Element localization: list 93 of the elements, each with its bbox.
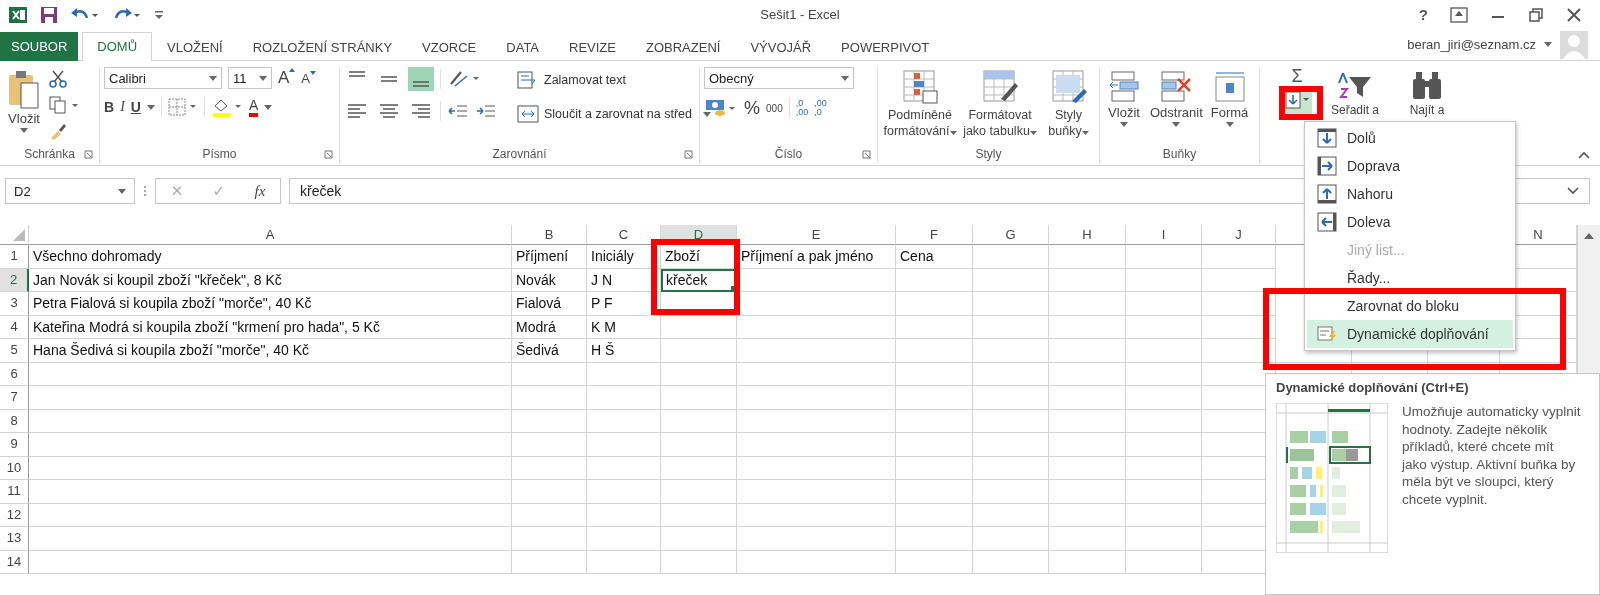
group-label: Schránka	[24, 147, 75, 161]
group-label: Zarovnání	[492, 147, 547, 161]
shrink-font-button[interactable]: A	[301, 70, 316, 86]
row-header[interactable]: 10	[0, 456, 29, 480]
active-cell[interactable]: křeček	[661, 268, 737, 292]
table-cell[interactable]: H Š	[587, 339, 661, 363]
paste-button[interactable]: Vložit	[4, 67, 44, 135]
tooltip-title: Dynamické doplňování (Ctrl+E)	[1276, 380, 1470, 395]
table-cell[interactable]: J N	[587, 268, 661, 292]
menu-item[interactable]: Dynamické doplňování	[1307, 320, 1513, 348]
row-header[interactable]: 5	[0, 339, 29, 363]
column-header[interactable]: E	[737, 225, 896, 245]
row-header[interactable]: 2	[0, 268, 29, 292]
cells-button[interactable]: Vložit	[1104, 67, 1144, 129]
name-box[interactable]: D2	[5, 178, 135, 204]
table-cell[interactable]: Hana Šedivá si koupila zboží "morče", 40 Kč	[29, 339, 512, 363]
row-header[interactable]: 12	[0, 503, 29, 527]
group-label: Buňky	[1162, 147, 1197, 161]
table-cell[interactable]: Novák	[512, 268, 587, 292]
menu-item[interactable]: Doprava	[1307, 152, 1513, 180]
table-cell[interactable]: Cena	[896, 245, 973, 269]
table-cell[interactable]: Fialová	[512, 292, 587, 316]
ribbon-tab[interactable]: DATA	[491, 33, 555, 61]
sort-filter-button[interactable]: Seřadit a	[1326, 67, 1384, 119]
group-label: Písmo	[202, 147, 237, 161]
ribbon-tab[interactable]: DOMŮ	[82, 32, 153, 61]
row-header[interactable]: 1	[0, 245, 29, 269]
ribbon-tab[interactable]: VLOŽENÍ	[152, 33, 238, 61]
help-button[interactable]: ?	[1418, 6, 1428, 23]
styles-button[interactable]: Styly buňky	[1042, 67, 1095, 141]
table-cell[interactable]: Šedivá	[512, 339, 587, 363]
cells-button[interactable]: Formá	[1208, 67, 1251, 129]
table-cell[interactable]: Příjmení a pak jméno	[737, 245, 896, 269]
table-cell[interactable]: Iniciály	[587, 245, 661, 269]
table-cell[interactable]: Kateřina Modrá si koupila zboží "krmení pro hada", 5 Kč	[29, 315, 512, 339]
ribbon-tab[interactable]: ROZLOŽENÍ STRÁNKY	[237, 33, 408, 61]
ribbon-tab[interactable]: REVIZE	[554, 33, 631, 61]
ribbon-tab[interactable]: SOUBOR	[0, 32, 79, 61]
row-header[interactable]: 6	[0, 362, 29, 386]
cells-button[interactable]: Odstranit	[1148, 67, 1205, 129]
table-cell[interactable]: P F	[587, 292, 661, 316]
column-header[interactable]: B	[512, 225, 587, 245]
grow-font-button[interactable]: A	[278, 68, 296, 88]
bold-button[interactable]: B	[104, 99, 115, 115]
row-header[interactable]: 4	[0, 315, 29, 339]
group-label: Styly	[975, 147, 1002, 161]
menu-item[interactable]: Řady...	[1307, 264, 1513, 292]
row-header[interactable]: 9	[0, 433, 29, 457]
ribbon-tab[interactable]: VZORCE	[407, 33, 492, 61]
group-label: Číslo	[774, 147, 803, 161]
table-cell[interactable]: Modrá	[512, 315, 587, 339]
table-cell[interactable]: Všechno dohromady	[29, 245, 512, 269]
menu-item[interactable]: Dolů	[1307, 124, 1513, 152]
styles-button[interactable]: Podmíněné formátování	[882, 67, 958, 141]
column-header[interactable]: H	[1049, 225, 1126, 245]
row-header[interactable]: 3	[0, 292, 29, 316]
font-color-button[interactable]: A	[248, 97, 259, 117]
column-header[interactable]: F	[896, 225, 973, 245]
column-header[interactable]: I	[1126, 225, 1202, 245]
decrease-decimal-button[interactable]: ,00 ,0	[814, 99, 827, 117]
row-header[interactable]: 7	[0, 386, 29, 410]
column-header[interactable]: G	[973, 225, 1049, 245]
ribbon-tab[interactable]: VÝVOJÁŘ	[735, 33, 827, 61]
column-header[interactable]: J	[1202, 225, 1276, 245]
font-name-field[interactable]: Calibri	[104, 67, 222, 89]
tooltip-text: Umožňuje automaticky vyplnit hodnoty. Zadejte několik příkladů, které chcete mít jako výstup. Aktivní buňka by měla být ve sloupci, který chcete vyplnit.	[1402, 403, 1582, 509]
underline-button[interactable]: U	[130, 99, 141, 115]
table-cell[interactable]: K M	[587, 315, 661, 339]
account-name[interactable]: beran_jiri@seznam.cz	[1407, 37, 1536, 52]
ribbon-tab[interactable]: POWERPIVOT	[826, 33, 945, 61]
window-title: Sešit1 - Excel	[759, 7, 841, 22]
table-cell[interactable]: Zboží	[661, 245, 737, 269]
thousands-button[interactable]: 000	[766, 102, 783, 114]
row-header[interactable]: 11	[0, 480, 29, 504]
find-select-button[interactable]: Najít a	[1398, 67, 1456, 119]
row-header[interactable]: 8	[0, 409, 29, 433]
menu-item[interactable]: Zarovnat do bloku	[1307, 292, 1513, 320]
table-cell[interactable]: Jan Novák si koupil zboží "křeček", 8 Kč	[29, 268, 512, 292]
insert-function-button[interactable]: fx	[254, 182, 266, 200]
merge-center-button[interactable]: Sloučit a zarovnat na střed	[517, 101, 711, 127]
styles-button[interactable]: Formátovat jako tabulku	[962, 67, 1038, 141]
italic-button[interactable]: I	[120, 99, 125, 115]
table-cell[interactable]: Petra Fialová si koupila zboží "morče", 40 Kč	[29, 292, 512, 316]
row-header[interactable]: 14	[0, 550, 29, 574]
autosum-button[interactable]: Σ	[1291, 67, 1303, 85]
column-header[interactable]: A	[29, 225, 512, 245]
row-header[interactable]: 13	[0, 527, 29, 551]
table-cell[interactable]: Příjmení	[512, 245, 587, 269]
font-size-field[interactable]: 11	[228, 67, 272, 89]
percent-button[interactable]: %	[744, 97, 760, 119]
ribbon-tab[interactable]: ZOBRAZENÍ	[631, 33, 736, 61]
number-format-field[interactable]: Obecný	[704, 67, 854, 89]
increase-decimal-button[interactable]: ,0 ,00	[795, 99, 809, 117]
